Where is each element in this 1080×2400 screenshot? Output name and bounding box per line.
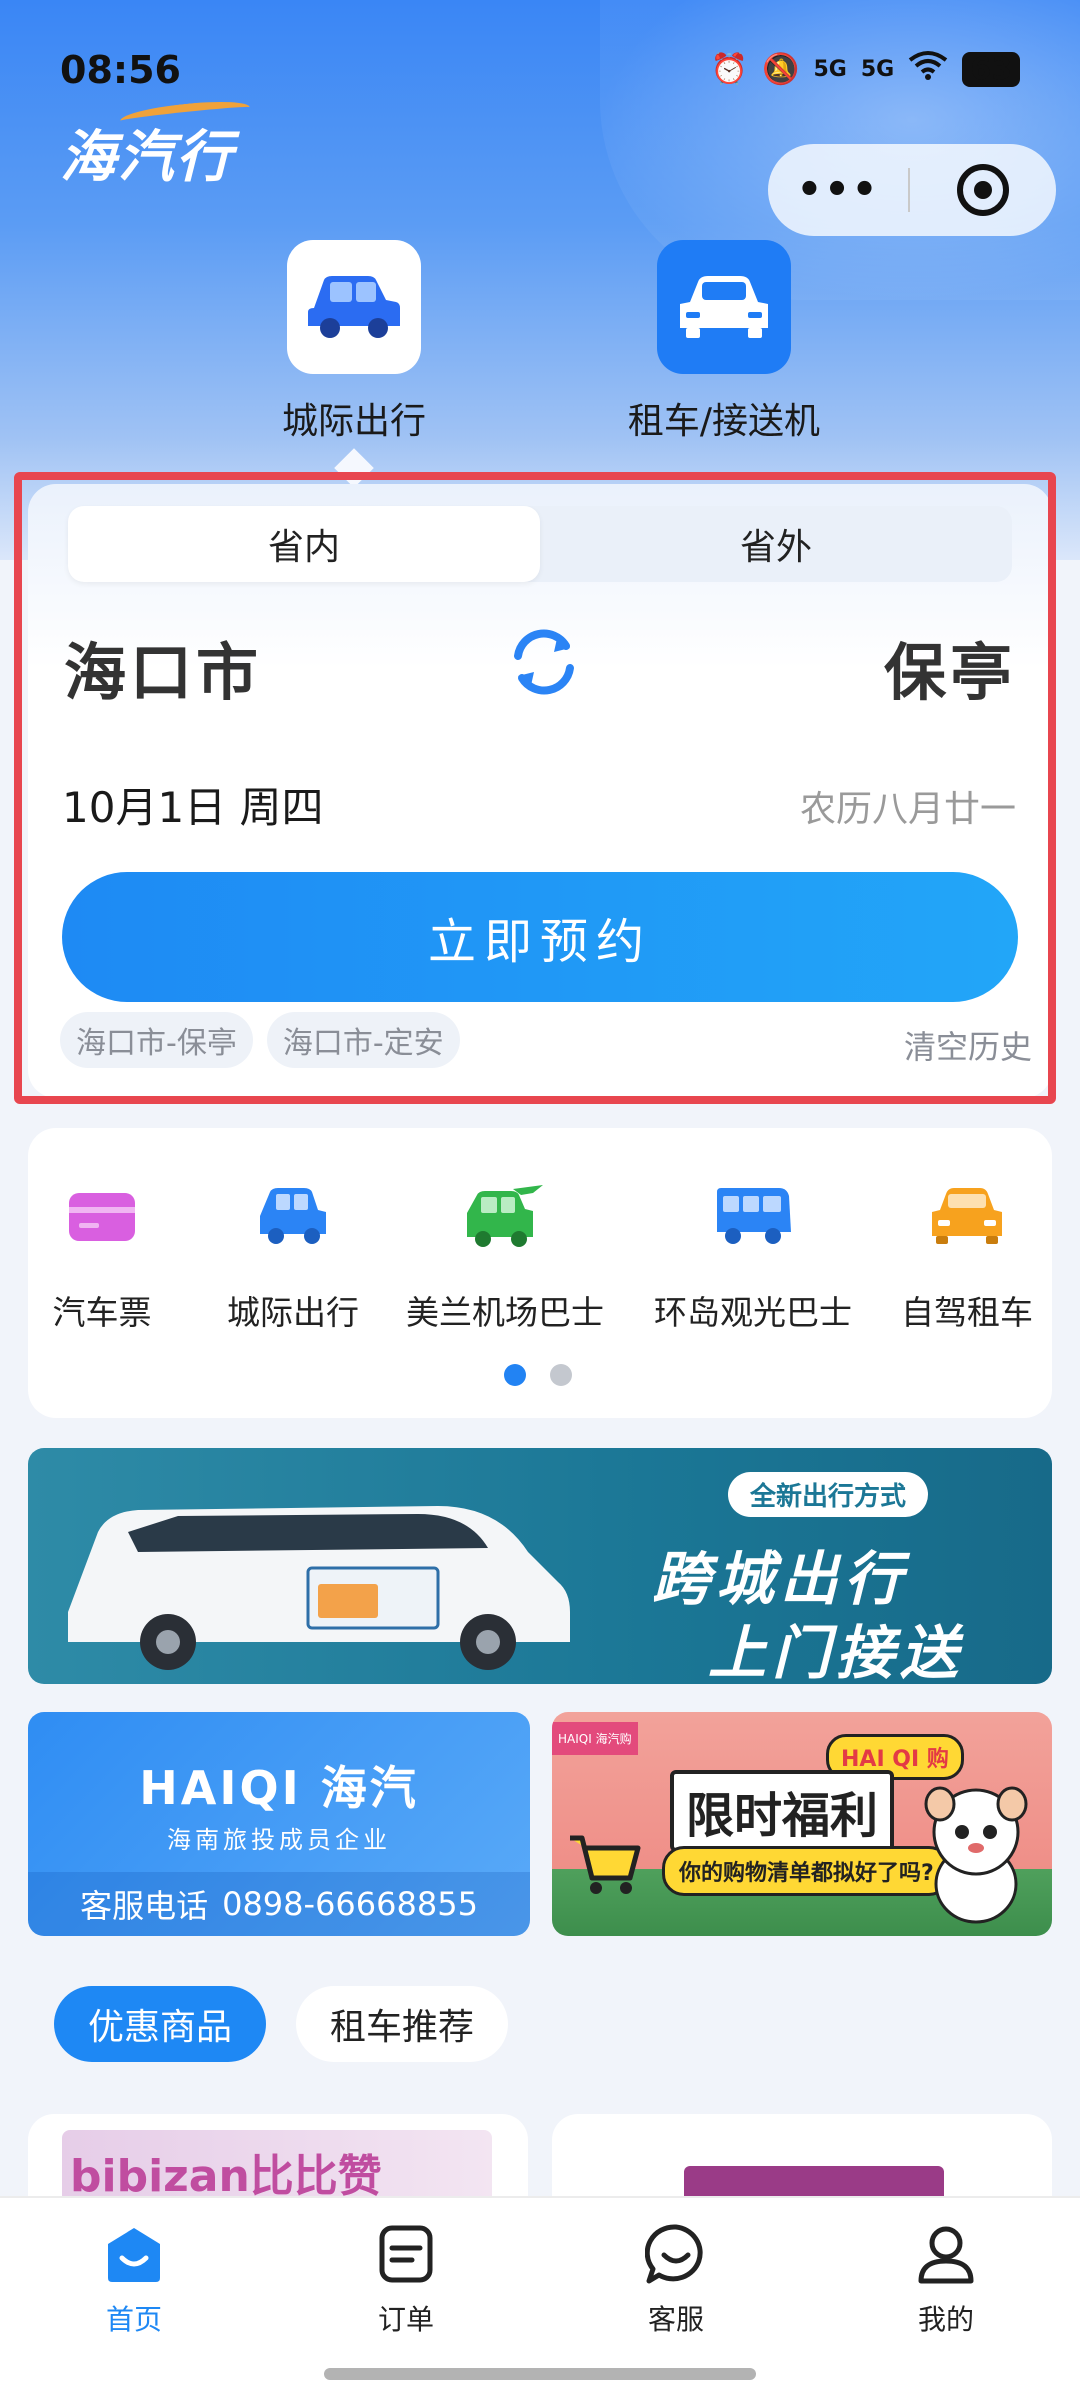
promo-banner[interactable]: HAIQI 海汽购 HAI QI 购 限时福利 你的购物清单都拟好了吗? — [552, 1712, 1052, 1936]
user-icon — [876, 2218, 1016, 2290]
home-icon — [64, 2218, 204, 2290]
car-icon — [218, 1174, 368, 1260]
tabbar-orders[interactable]: 订单 — [336, 2218, 476, 2338]
quick-entry-label: 汽车票 — [52, 1293, 152, 1332]
bus-icon — [648, 1174, 858, 1260]
quick-entry-intercity[interactable]: 城际出行 — [218, 1174, 368, 1334]
signal-icon: 5G — [813, 56, 847, 82]
hotline-label: 客服电话 — [80, 1887, 209, 1925]
quick-entry-label: 城际出行 — [227, 1293, 359, 1332]
van-image — [68, 1506, 570, 1670]
quick-entry-label: 自驾租车 — [901, 1293, 1033, 1332]
order-icon — [336, 2218, 476, 2290]
highlight-outline — [14, 472, 1056, 1104]
rental-car-icon — [892, 1174, 1042, 1260]
tab-discount-products[interactable]: 优惠商品 — [54, 1986, 267, 2062]
target-icon — [957, 164, 1009, 216]
chat-icon — [606, 2218, 746, 2290]
company-banner[interactable]: HAIQI 海汽 海南旅投成员企业 客服电话 0898-66668855 — [28, 1712, 530, 1936]
app-logo: 海汽行 — [60, 125, 234, 190]
quick-entry-island-bus[interactable]: 环岛观光巴士 — [648, 1174, 858, 1334]
mute-icon: 🔕 — [762, 51, 800, 87]
car-icon — [287, 240, 421, 374]
home-indicator[interactable] — [324, 2368, 756, 2380]
mascot-image — [924, 1786, 1028, 1924]
tab-intercity[interactable]: 城际出行 — [234, 240, 474, 444]
quick-entry-label: 美兰机场巴士 — [406, 1293, 604, 1332]
status-icons: ⏰ 🔕 5G 5G 63 — [711, 50, 1020, 88]
wifi-icon — [908, 50, 948, 88]
company-subtitle: 海南旅投成员企业 — [167, 1826, 391, 1854]
quick-entry-bus-ticket[interactable]: 汽车票 — [42, 1174, 162, 1334]
tabbar-home[interactable]: 首页 — [64, 2218, 204, 2338]
tabbar-label: 订单 — [377, 2303, 434, 2336]
product-tabs: 优惠商品 租车推荐 — [54, 1986, 509, 2062]
airport-bus-icon — [400, 1174, 610, 1260]
tab-car-rental[interactable]: 租车/接送机 — [604, 240, 844, 444]
banner-tag: 全新出行方式 — [728, 1472, 929, 1517]
promo-title: 限时福利 — [670, 1770, 895, 1852]
carousel-dots — [504, 1364, 572, 1386]
tab-car-rental-label: 租车/接送机 — [627, 401, 821, 442]
alarm-icon: ⏰ — [710, 51, 749, 87]
intercity-banner[interactable]: 全新出行方式 跨城出行 上门接送 — [28, 1448, 1052, 1684]
battery-indicator: 63 — [962, 51, 1020, 87]
tabbar-label: 客服 — [647, 2303, 704, 2336]
quick-entry-card: 汽车票 城际出行 美兰机场巴士 环岛观光巴士 自驾租车 — [28, 1128, 1052, 1418]
hotline-number: 0898-66668855 — [222, 1885, 478, 1923]
quick-entry-airport-bus[interactable]: 美兰机场巴士 — [400, 1174, 610, 1334]
miniprogram-capsule: ••• — [768, 144, 1056, 236]
banner-headline: 上门接送 — [708, 1619, 965, 1684]
signal-icon: 5G — [860, 56, 895, 82]
promo-subtitle: 你的购物清单都拟好了吗? — [662, 1846, 951, 1896]
status-time: 08:56 — [60, 48, 181, 92]
quick-entry-self-drive[interactable]: 自驾租车 — [892, 1174, 1042, 1334]
company-brand: HAIQI 海汽 — [139, 1761, 419, 1815]
close-capsule-button[interactable] — [910, 164, 1056, 216]
cart-icon — [570, 1835, 641, 1894]
promo-corner-tag: HAIQI 海汽购 — [552, 1722, 638, 1755]
tabbar-label: 我的 — [917, 2303, 974, 2336]
carousel-dot-active[interactable] — [504, 1364, 526, 1386]
banner-headline: 跨城出行 — [652, 1545, 909, 1613]
tabbar-label: 首页 — [105, 2303, 162, 2336]
tabbar-service[interactable]: 客服 — [606, 2218, 746, 2338]
sedan-icon — [657, 240, 791, 374]
tabbar-profile[interactable]: 我的 — [876, 2218, 1016, 2338]
ticket-icon — [42, 1174, 162, 1260]
tab-intercity-label: 城际出行 — [281, 401, 426, 442]
quick-entry-label: 环岛观光巴士 — [654, 1293, 852, 1332]
hotline-bar: 客服电话 0898-66668855 — [28, 1872, 530, 1936]
carousel-dot[interactable] — [550, 1364, 572, 1386]
more-icon[interactable]: ••• — [768, 167, 908, 213]
product-brand-text: bibizan比比赞 — [70, 2151, 382, 2202]
status-bar: 08:56 ⏰ 🔕 5G 5G 63 — [0, 40, 1080, 100]
tab-rental-recommend[interactable]: 租车推荐 — [296, 1986, 509, 2062]
